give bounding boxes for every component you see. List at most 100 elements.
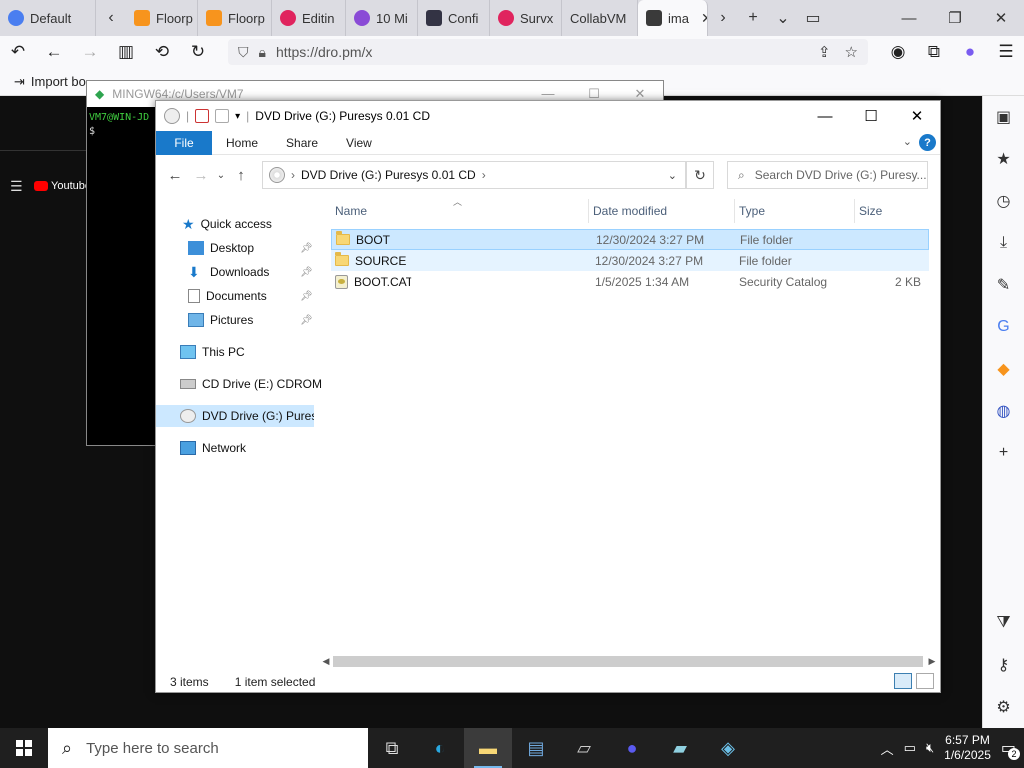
shield-icon[interactable]: ⛉ (238, 44, 249, 61)
pin-icon[interactable]: 📌︎ (300, 243, 313, 254)
notes-icon[interactable]: ✎ (983, 264, 1024, 306)
new-folder-icon[interactable] (215, 109, 230, 123)
reload-icon[interactable]: ↻ (180, 36, 216, 68)
tab-active-image[interactable]: ima ✕ (638, 0, 708, 36)
explorer-close-icon[interactable]: ✕ (894, 101, 940, 131)
properties-icon[interactable] (195, 109, 210, 123)
scroll-right-icon[interactable]: ▶ (925, 656, 939, 667)
column-header-size[interactable]: Size (855, 199, 931, 223)
back-arrow-icon[interactable]: ← (162, 167, 188, 184)
tab-list-icon[interactable]: ⌄ (768, 0, 798, 36)
ribbon-tab-share[interactable]: Share (272, 131, 332, 155)
details-view-icon[interactable] (894, 673, 912, 689)
table-row[interactable]: SOURCE 12/30/2024 3:27 PM File folder (331, 250, 929, 271)
url-text[interactable]: https://dro.pm/x (276, 44, 372, 60)
url-bar[interactable]: ⛉ 🔒︎ https://dro.pm/x ⇪ ☆ (228, 39, 868, 65)
address-dropdown-icon[interactable]: ⌄ (668, 169, 677, 182)
volume-muted-icon[interactable]: 🔇︎ (926, 740, 934, 756)
explorer-title-bar[interactable]: | ▾ | DVD Drive (G:) Puresys 0.01 CD — ☐… (156, 101, 940, 131)
address-bar[interactable]: › DVD Drive (G:) Puresys 0.01 CD › ⌄ (262, 161, 686, 189)
forward-icon[interactable]: → (72, 36, 108, 68)
nav-downloads[interactable]: ⬇ Downloads 📌︎ (188, 261, 313, 283)
explorer-maximize-icon[interactable]: ☐ (848, 101, 894, 131)
scrollbar-thumb[interactable] (333, 655, 923, 667)
extensions-icon[interactable]: ⧉ (916, 36, 952, 68)
breadcrumb-chevron-icon[interactable]: › (482, 168, 486, 182)
add-panel-icon[interactable]: + (983, 432, 1024, 474)
edge-browser-icon[interactable]: ◐ (416, 728, 464, 768)
notepad-icon[interactable]: ▰ (656, 728, 704, 768)
breadcrumb-chevron-icon[interactable]: › (291, 168, 295, 182)
tab-scroll-right-icon[interactable]: › (708, 0, 738, 36)
column-header-date[interactable]: Date modified (589, 199, 735, 223)
tab-floorp-2[interactable]: Floorp (198, 0, 272, 36)
notifications-icon[interactable]: ▭ 2 (1001, 738, 1020, 760)
large-icons-view-icon[interactable] (916, 673, 934, 689)
hamburger-menu-icon[interactable]: ☰ (10, 178, 23, 195)
tab-editing[interactable]: Editin (272, 0, 346, 36)
import-bookmarks-link[interactable]: Import bo (31, 74, 86, 89)
pin-icon[interactable]: 📌︎ (300, 267, 313, 278)
browser-close-icon[interactable]: ✕ (978, 0, 1024, 36)
refresh-icon[interactable]: ↻ (686, 161, 714, 189)
nav-pictures[interactable]: Pictures 📌︎ (188, 309, 313, 331)
translate-icon[interactable]: G (983, 306, 1024, 348)
tab-config[interactable]: Confi (418, 0, 490, 36)
bookmark-star-icon[interactable]: ☆ (845, 43, 858, 61)
column-header-name[interactable]: Name (331, 199, 589, 223)
file-explorer-window[interactable]: | ▾ | DVD Drive (G:) Puresys 0.01 CD — ☐… (155, 100, 941, 693)
nav-network[interactable]: Network (180, 437, 246, 459)
lock-icon[interactable]: 🔒︎ (259, 44, 266, 61)
tab-collabvm[interactable]: CollabVM (562, 0, 638, 36)
settings-gear-icon[interactable]: ⚙ (983, 686, 1024, 728)
new-tab-icon[interactable]: + (738, 0, 768, 36)
table-row[interactable]: BOOT 12/30/2024 3:27 PM File folder (331, 229, 929, 250)
file-explorer-icon[interactable]: ▬ (464, 728, 512, 768)
scroll-left-icon[interactable]: ◀ (319, 656, 333, 667)
close-tab-icon[interactable]: ✕ (701, 10, 707, 27)
profile-avatar-icon[interactable]: ● (952, 36, 988, 68)
nav-documents[interactable]: Documents 📌︎ (188, 285, 313, 307)
nav-quick-access[interactable]: ★ Quick access (182, 213, 272, 235)
floorp-panel-icon[interactable]: ◆ (983, 348, 1024, 390)
nav-this-pc[interactable]: This PC (180, 341, 245, 363)
help-icon[interactable]: ? (919, 134, 936, 151)
tab-floorp-1[interactable]: Floorp (126, 0, 198, 36)
bookmarks-icon[interactable]: ★ (983, 138, 1024, 180)
undo-close-tab-icon[interactable]: ↶ (0, 36, 36, 68)
ribbon-tab-file[interactable]: File (156, 130, 212, 155)
floorp-taskbar-icon[interactable]: ● (608, 728, 656, 768)
back-icon[interactable]: ← (36, 36, 72, 68)
extension-puzzle-icon[interactable]: ⧩ (983, 602, 1024, 644)
usb-drive-icon[interactable]: ▱ (560, 728, 608, 768)
account-icon[interactable]: ◉ (880, 36, 916, 68)
search-input[interactable]: ⌕ Search DVD Drive (G:) Puresy... (727, 161, 928, 189)
tab-scroll-left-icon[interactable]: ‹ (96, 0, 126, 36)
customize-toolbar-icon[interactable]: ▾ (235, 111, 240, 122)
nav-dvd-drive[interactable]: DVD Drive (G:) Puresys (156, 405, 314, 427)
show-hidden-icons-icon[interactable]: ︿ (881, 739, 894, 758)
browser-restore-icon[interactable]: ❐ (932, 0, 978, 36)
youtube-logo[interactable]: Youtube (34, 180, 91, 192)
history-icon[interactable]: ◷ (983, 180, 1024, 222)
tab-survx[interactable]: Survx (490, 0, 562, 36)
up-arrow-icon[interactable]: ↑ (228, 167, 254, 184)
column-header-type[interactable]: Type (735, 199, 855, 223)
explorer-minimize-icon[interactable]: — (802, 101, 848, 131)
nav-cd-drive[interactable]: CD Drive (E:) CDROM (180, 373, 322, 395)
network-tray-icon[interactable]: ▭ (904, 740, 916, 756)
forward-arrow-icon[interactable]: → (188, 167, 214, 184)
breadcrumb-current[interactable]: DVD Drive (G:) Puresys 0.01 CD (301, 168, 476, 182)
password-key-icon[interactable]: ⚷ (983, 644, 1024, 686)
recent-locations-icon[interactable]: ⌄ (214, 170, 228, 181)
desktop-app-icon[interactable]: ▤ (512, 728, 560, 768)
tab-manager-icon[interactable]: ▭ (798, 0, 828, 36)
expand-ribbon-icon[interactable]: ⌄ (903, 135, 912, 148)
sync-icon[interactable]: ⟲ (144, 36, 180, 68)
tab-10-min[interactable]: 10 Mi (346, 0, 418, 36)
ribbon-tab-view[interactable]: View (332, 131, 386, 155)
app-diamond-icon[interactable]: ◈ (704, 728, 752, 768)
pin-icon[interactable]: 📌︎ (300, 291, 313, 302)
tab-default[interactable]: Default (0, 0, 96, 36)
downloads-icon[interactable]: ⤓ (983, 222, 1024, 264)
